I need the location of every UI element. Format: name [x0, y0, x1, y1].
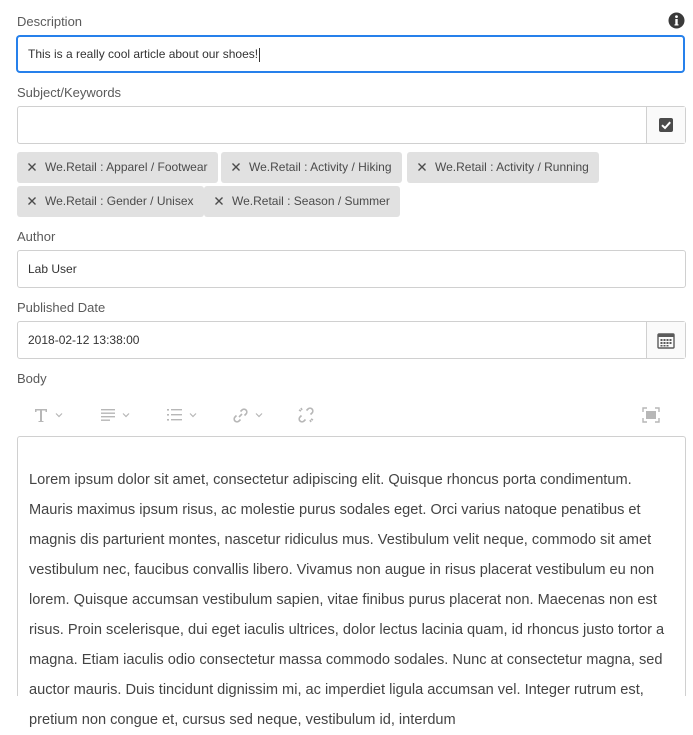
chevron-down-icon	[255, 413, 263, 418]
text-format-button[interactable]	[33, 405, 63, 425]
text-cursor	[259, 47, 261, 62]
unlink-icon	[298, 407, 314, 423]
description-value: This is a really cool article about our …	[28, 47, 259, 61]
chevron-down-icon	[55, 413, 63, 418]
tag-label: We.Retail : Season / Summer	[232, 194, 390, 208]
fullscreen-icon	[642, 407, 660, 423]
paragraph-align-icon	[101, 409, 115, 421]
subject-input[interactable]	[17, 106, 686, 144]
author-value: Lab User	[28, 262, 77, 276]
body-editor[interactable]: Lorem ipsum dolor sit amet, consectetur …	[17, 436, 686, 728]
author-label: Author	[17, 229, 56, 244]
tag-picker-button[interactable]	[646, 107, 685, 143]
paragraph-align-button[interactable]	[100, 405, 130, 425]
calendar-icon	[657, 332, 675, 349]
chevron-down-icon	[122, 413, 130, 418]
tag-chip[interactable]: We.Retail : Activity / Hiking	[221, 152, 402, 183]
close-icon[interactable]	[27, 162, 37, 172]
text-format-icon	[35, 409, 47, 422]
subject-label: Subject/Keywords	[17, 85, 122, 100]
chevron-down-icon	[189, 413, 197, 418]
tag-label: We.Retail : Apparel / Footwear	[45, 160, 208, 174]
body-text[interactable]: Lorem ipsum dolor sit amet, consectetur …	[29, 465, 674, 735]
tag-chip[interactable]: We.Retail : Season / Summer	[204, 186, 400, 217]
close-icon[interactable]	[417, 162, 427, 172]
tag-chip[interactable]: We.Retail : Gender / Unisex	[17, 186, 204, 217]
published-date-value: 2018-02-12 13:38:00	[28, 333, 140, 347]
list-icon	[167, 409, 182, 421]
close-icon[interactable]	[231, 162, 241, 172]
published-date-label: Published Date	[17, 300, 106, 315]
list-button[interactable]	[166, 405, 197, 425]
author-input[interactable]: Lab User	[17, 250, 686, 288]
tag-label: We.Retail : Gender / Unisex	[45, 194, 194, 208]
tag-chip[interactable]: We.Retail : Apparel / Footwear	[17, 152, 218, 183]
close-icon[interactable]	[214, 196, 224, 206]
tag-chip[interactable]: We.Retail : Activity / Running	[407, 152, 599, 183]
fullscreen-button[interactable]	[642, 405, 660, 425]
description-input[interactable]: This is a really cool article about our …	[17, 36, 684, 72]
unlink-button[interactable]	[297, 405, 315, 425]
description-label: Description	[17, 14, 83, 29]
checkbox-checked-icon	[659, 118, 673, 132]
tag-label: We.Retail : Activity / Running	[435, 160, 589, 174]
tag-label: We.Retail : Activity / Hiking	[249, 160, 392, 174]
link-button[interactable]	[232, 405, 263, 425]
published-date-input[interactable]: 2018-02-12 13:38:00	[17, 321, 686, 359]
info-icon[interactable]	[668, 12, 685, 29]
date-picker-button[interactable]	[646, 322, 685, 358]
close-icon[interactable]	[27, 196, 37, 206]
body-label: Body	[17, 371, 47, 386]
link-icon	[233, 407, 248, 423]
